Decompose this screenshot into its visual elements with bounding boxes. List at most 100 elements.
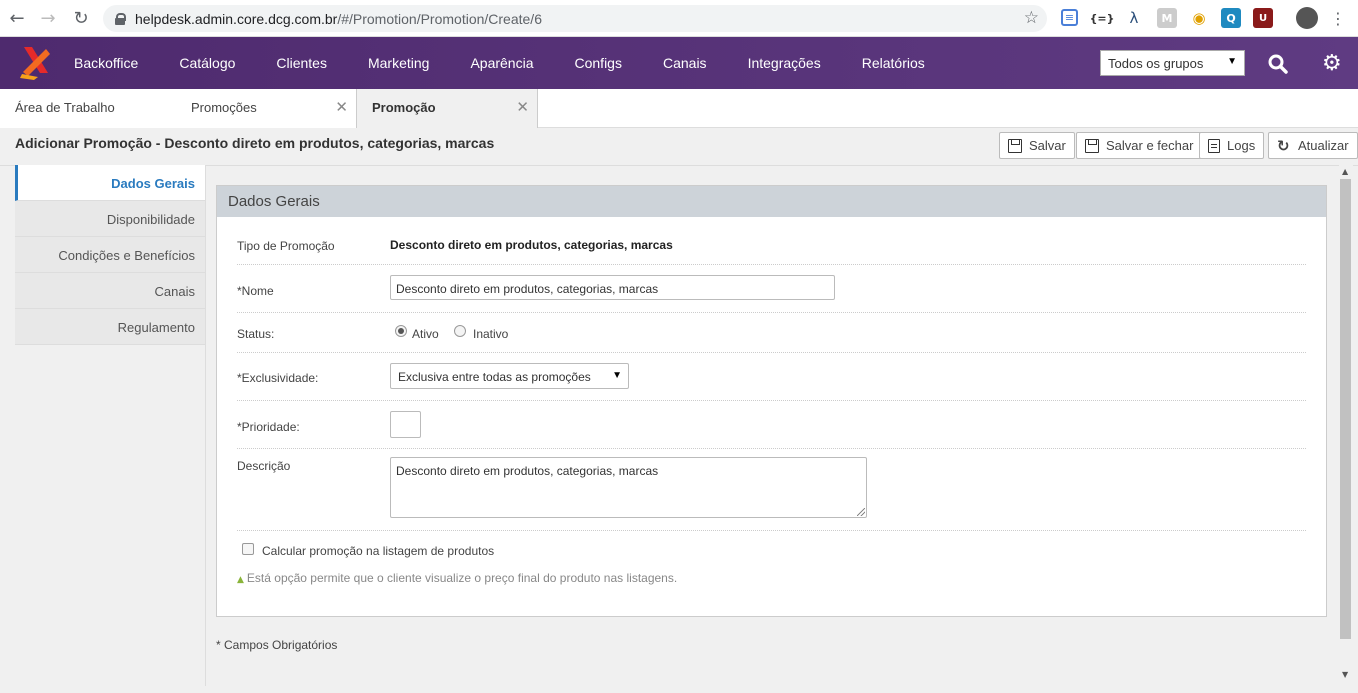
form-panel: Dados Gerais Tipo de Promoção Desconto d… [216,185,1327,617]
refresh-button-label: Atualizar [1298,138,1349,153]
form-row-exclusividade: *Exclusividade: Exclusiva entre todas as… [237,353,1306,401]
tab-label: Área de Trabalho [15,100,115,115]
extension-icon[interactable]: M [1157,8,1177,28]
tab-promocoes[interactable]: Promoções ✕ [176,89,357,128]
menu-item-catalogo[interactable]: Catálogo [179,55,235,71]
form-row-status: Status: Ativo Inativo [237,313,1306,353]
side-item-dados-gerais[interactable]: Dados Gerais [15,165,205,201]
descricao-value: Desconto direto em produtos, categorias,… [396,464,659,478]
tipo-value: Desconto direto em produtos, categorias,… [390,238,673,252]
resize-grip-icon[interactable] [857,508,865,516]
save-button-label: Salvar [1029,138,1066,153]
lock-icon [115,12,126,25]
divider [205,166,206,686]
avatar[interactable] [1296,7,1318,29]
tab-area-de-trabalho[interactable]: Área de Trabalho [0,89,177,128]
side-item-canais[interactable]: Canais [15,273,205,309]
bookmark-star-icon[interactable]: ☆ [1024,8,1039,28]
tab-promocao[interactable]: Promoção ✕ [356,89,538,129]
save-close-button-label: Salvar e fechar [1106,138,1194,153]
exclusividade-value: Exclusiva entre todas as promoções [398,370,591,384]
menu-dots-icon[interactable]: ⋮ [1328,8,1348,28]
form-row-prioridade: *Prioridade: [237,401,1306,449]
section-title: Dados Gerais [217,186,1326,217]
calc-hint-text: Está opção permite que o cliente visuali… [246,571,678,585]
document-icon [1208,138,1220,153]
descricao-textarea[interactable]: Desconto direto em produtos, categorias,… [390,457,867,518]
json-extension-icon[interactable]: {=} [1090,8,1115,28]
side-item-condicoes[interactable]: Condições e Benefícios [15,237,205,273]
menu-item-backoffice[interactable]: Backoffice [74,55,138,71]
prioridade-label: *Prioridade: [237,420,300,434]
calc-label[interactable]: Calcular promoção na listagem de produto… [262,544,494,558]
save-close-button[interactable]: Salvar e fechar [1076,132,1203,159]
nome-input[interactable]: Desconto direto em produtos, categorias,… [390,275,835,300]
menu-item-clientes[interactable]: Clientes [276,55,327,71]
form-row-descricao: Descrição Desconto direto em produtos, c… [237,449,1306,531]
save-button[interactable]: Salvar [999,132,1075,159]
url-path: /#/Promotion/Promotion/Create/6 [337,10,542,27]
logo-icon [20,47,50,80]
refresh-icon: ↻ [1277,136,1290,155]
exclusividade-label: *Exclusividade: [237,371,319,385]
group-select[interactable]: Todos os grupos ▼ [1100,50,1245,76]
menu-item-aparencia[interactable]: Aparência [470,55,533,71]
calc-hint: ▲ Está opção permite que o cliente visual… [237,571,677,585]
url-host: helpdesk.admin.core.dcg.com.br [135,10,338,27]
floppy-icon [1085,138,1099,153]
status-active-radio[interactable] [395,325,407,337]
menu-item-marketing[interactable]: Marketing [368,55,429,71]
address-bar[interactable]: helpdesk.admin.core.dcg.com.br/#/Promoti… [103,5,1047,32]
scrollbar-thumb[interactable] [1340,179,1351,639]
scroll-up-icon[interactable]: ▲ [1342,167,1348,176]
page-title: Adicionar Promoção - Desconto direto em … [15,135,495,151]
descricao-label: Descrição [237,459,291,473]
nome-label: *Nome [237,284,274,298]
search-icon[interactable] [1268,54,1288,74]
tab-bar: Área de Trabalho Promoções ✕ Promoção ✕ [0,89,1358,129]
side-item-disponibilidade[interactable]: Disponibilidade [15,201,205,237]
chevron-down-icon: ▼ [612,370,622,381]
scroll-down-icon[interactable]: ▼ [1342,670,1348,679]
git-extension-icon[interactable]: λ [1124,8,1144,28]
logs-button[interactable]: Logs [1199,132,1265,159]
gear-icon[interactable]: ⚙ [1322,53,1344,75]
side-menu: Dados Gerais Disponibilidade Condições e… [15,165,205,345]
status-label: Status: [237,327,275,341]
forward-icon[interactable]: → [32,2,64,34]
extension-icon[interactable]: Q [1221,8,1241,28]
extension-icon[interactable]: U [1253,8,1273,28]
status-inactive-label[interactable]: Inativo [473,327,508,341]
status-active-label[interactable]: Ativo [412,327,439,341]
scrollbar[interactable]: ▲ ▼ [1339,165,1353,681]
refresh-button[interactable]: ↻ Atualizar [1268,132,1358,159]
calc-checkbox[interactable] [242,543,254,555]
logs-button-label: Logs [1227,138,1256,153]
menu-item-canais[interactable]: Canais [663,55,707,71]
group-select-value: Todos os grupos [1108,56,1204,71]
page-content: Adicionar Promoção - Desconto direto em … [0,128,1358,693]
caret-up-icon: ▲ [237,575,244,585]
reload-icon[interactable]: ↻ [65,2,97,34]
menu-item-configs[interactable]: Configs [575,55,622,71]
menu-item-integracoes[interactable]: Integrações [748,55,821,71]
browser-toolbar: ← → ↻ helpdesk.admin.core.dcg.com.br/#/P… [0,0,1358,37]
back-icon[interactable]: ← [1,2,33,34]
side-item-regulamento[interactable]: Regulamento [15,309,205,345]
tipo-label: Tipo de Promoção [237,239,335,253]
tab-label: Promoção [372,100,436,115]
close-icon[interactable]: ✕ [335,98,348,116]
close-icon[interactable]: ✕ [516,98,529,116]
status-inactive-radio[interactable] [454,325,466,337]
form-row-tipo: Tipo de Promoção Desconto direto em prod… [237,217,1306,265]
extension-icon[interactable]: ◉ [1189,8,1209,28]
top-navigation: Backoffice Catálogo Clientes Marketing A… [0,37,1358,89]
tab-label: Promoções [191,100,257,115]
prioridade-input[interactable] [390,411,421,438]
exclusividade-select[interactable]: Exclusiva entre todas as promoções ▼ [390,363,629,389]
menu-item-relatorios[interactable]: Relatórios [862,55,925,71]
chevron-down-icon: ▼ [1227,56,1237,67]
main-menu: Backoffice Catálogo Clientes Marketing A… [74,37,966,89]
required-note: * Campos Obrigatórios [216,638,338,652]
extension-icon[interactable]: ≡ [1061,9,1078,26]
